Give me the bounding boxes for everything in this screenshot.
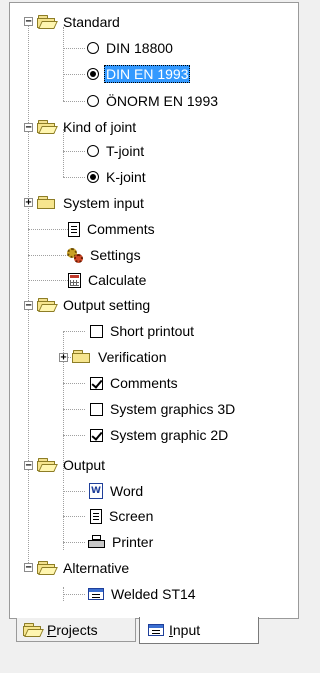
radio-onorm-en-1993[interactable]: ÖNORM EN 1993 <box>87 91 220 111</box>
tree-root-line <box>28 21 29 571</box>
checkbox-label: Comments <box>110 375 178 391</box>
expand-verification-toggle[interactable]: + <box>59 353 68 363</box>
word-document-icon: W <box>89 483 103 499</box>
tree-line-standard <box>63 27 64 101</box>
tree-node-calculate[interactable]: Calculate <box>68 270 148 290</box>
radio-unchecked-icon <box>87 42 99 54</box>
input-form-icon <box>88 588 104 600</box>
tree-node-screen[interactable]: Screen <box>90 506 155 526</box>
tree-node-system-input[interactable]: System input <box>37 193 146 213</box>
tree-node-printer[interactable]: Printer <box>88 532 155 552</box>
tree-node-label: Calculate <box>88 272 147 288</box>
radio-din-18800[interactable]: DIN 18800 <box>87 38 175 58</box>
gears-icon <box>66 247 83 263</box>
tree-node-label: Verification <box>98 349 167 365</box>
tree-node-welded-st14[interactable]: Welded ST14 <box>88 584 198 604</box>
radio-din-en-1993[interactable]: DIN EN 1993 <box>87 64 191 84</box>
tree-node-kind-of-joint[interactable]: Kind of joint <box>37 117 138 137</box>
radio-label: ÖNORM EN 1993 <box>106 93 219 109</box>
tree-node-alternative[interactable]: Alternative <box>37 558 131 578</box>
collapse-joint-toggle[interactable]: − <box>24 123 33 133</box>
radio-checked-icon <box>87 171 99 183</box>
radio-label: T-joint <box>106 143 145 159</box>
folder-open-icon <box>37 561 58 575</box>
radio-label: DIN 18800 <box>106 40 173 56</box>
checkbox-short-printout[interactable]: Short printout <box>90 321 196 341</box>
collapse-standard-toggle[interactable]: − <box>24 17 33 27</box>
radio-unchecked-icon <box>87 145 99 157</box>
tree-panel: − − + − + − − Standard DIN 18800 DIN EN … <box>9 2 299 619</box>
folder-open-icon <box>37 298 58 312</box>
tree-node-word[interactable]: W Word <box>89 481 145 501</box>
folder-open-icon <box>37 458 58 472</box>
checkbox-checked-icon <box>90 376 103 390</box>
tree-node-label: Output setting <box>63 297 151 313</box>
tree-node-label: System input <box>63 195 144 211</box>
checkbox-comments[interactable]: Comments <box>90 373 180 393</box>
tab-label: Input <box>169 622 201 638</box>
folder-open-icon <box>23 622 44 637</box>
folder-closed-icon <box>72 350 91 364</box>
document-icon <box>68 221 80 237</box>
folder-open-icon <box>37 120 58 134</box>
tree-node-label: Welded ST14 <box>111 586 196 602</box>
radio-k-joint[interactable]: K-joint <box>87 167 148 187</box>
collapse-output-setting-toggle[interactable]: − <box>24 301 33 311</box>
tree-node-label: Printer <box>112 534 154 550</box>
radio-label-selected: DIN EN 1993 <box>104 65 191 83</box>
tab-label: Projects <box>47 621 98 638</box>
tab-input[interactable]: Input <box>139 617 259 644</box>
tree-node-label: Alternative <box>63 560 130 576</box>
calculator-icon <box>68 272 81 288</box>
expand-system-input-toggle[interactable]: + <box>24 198 33 208</box>
collapse-output-toggle[interactable]: − <box>24 461 33 471</box>
tree-node-settings[interactable]: Settings <box>66 245 143 265</box>
tree-node-label: Settings <box>90 247 141 263</box>
tree-node-label: Comments <box>87 221 155 237</box>
checkbox-unchecked-icon <box>90 402 103 416</box>
tab-projects[interactable]: Projects <box>16 618 136 642</box>
tree-node-label: Word <box>110 483 144 499</box>
checkbox-system-graphic-2d[interactable]: System graphic 2D <box>90 425 230 445</box>
tree-node-label: Screen <box>109 508 154 524</box>
checkbox-checked-icon <box>90 428 103 442</box>
tree-node-verification[interactable]: Verification <box>72 347 168 367</box>
tree-node-output-setting[interactable]: Output setting <box>37 295 152 315</box>
input-form-icon <box>148 624 164 636</box>
checkbox-label: System graphics 3D <box>110 401 236 417</box>
radio-checked-icon <box>87 68 99 80</box>
tree-node-label: Kind of joint <box>63 119 137 135</box>
folder-closed-icon <box>37 196 56 210</box>
tree-node-label: Standard <box>63 14 120 30</box>
tree-node-output[interactable]: Output <box>37 455 107 475</box>
collapse-alternative-toggle[interactable]: − <box>24 563 33 573</box>
screen-document-icon <box>90 508 102 524</box>
folder-open-icon <box>37 15 58 29</box>
checkbox-label: Short printout <box>110 323 195 339</box>
printer-icon <box>88 535 105 549</box>
tree-node-label: Output <box>63 457 106 473</box>
checkbox-unchecked-icon <box>90 324 103 338</box>
tree-node-comments[interactable]: Comments <box>68 219 157 239</box>
radio-label: K-joint <box>106 169 146 185</box>
tree-line-output <box>63 485 64 550</box>
checkbox-system-graphics-3d[interactable]: System graphics 3D <box>90 399 237 419</box>
checkbox-label: System graphic 2D <box>110 427 229 443</box>
radio-t-joint[interactable]: T-joint <box>87 141 146 161</box>
radio-unchecked-icon <box>87 95 99 107</box>
tree-node-standard[interactable]: Standard <box>37 12 122 32</box>
